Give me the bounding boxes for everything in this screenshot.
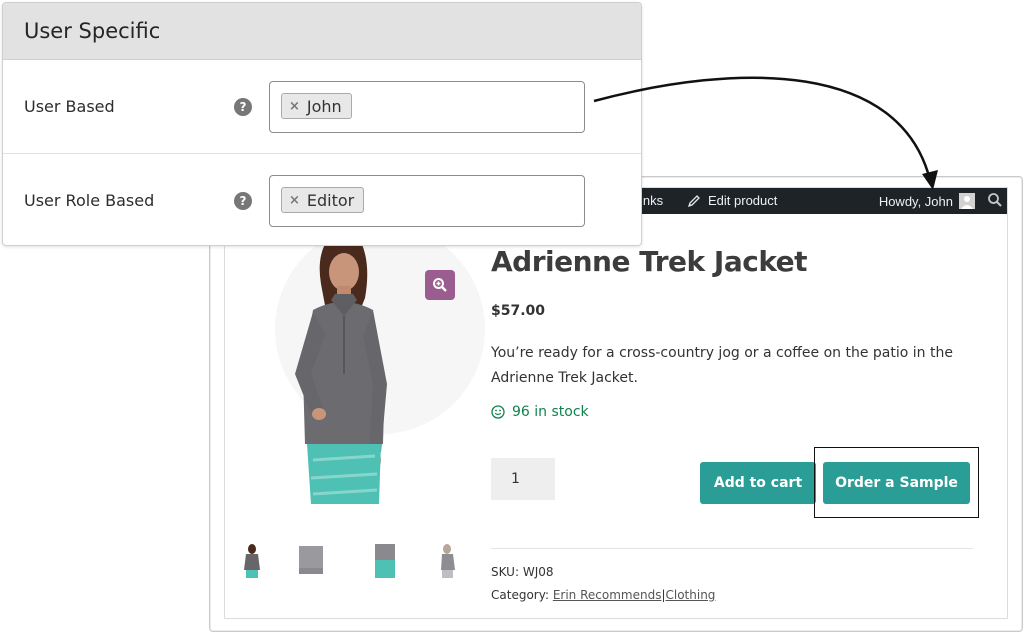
remove-tag-icon[interactable]: × <box>289 193 300 208</box>
product-image[interactable] <box>265 224 425 504</box>
admin-bar-links[interactable]: inks <box>640 193 663 208</box>
thumbnail-detail[interactable] <box>371 544 399 578</box>
avatar <box>959 193 975 209</box>
order-sample-button[interactable]: Order a Sample <box>823 462 970 504</box>
product-thumbnails <box>235 544 465 584</box>
thumbnail-back[interactable] <box>297 544 325 578</box>
meta-divider <box>491 548 973 549</box>
quantity-input[interactable] <box>491 458 555 500</box>
help-icon[interactable]: ? <box>234 98 252 116</box>
setting-row-user-based: User Based ? × John <box>3 60 641 154</box>
admin-search-button[interactable] <box>987 192 1003 211</box>
product-category: Category: Erin Recommends|Clothing <box>491 588 715 602</box>
user-select-field[interactable]: × John <box>269 81 585 133</box>
panel-title: User Specific <box>24 19 161 43</box>
tag-label: Editor <box>306 190 355 210</box>
setting-row-user-role-based: User Role Based ? × Editor <box>3 154 641 245</box>
remove-tag-icon[interactable]: × <box>289 99 300 114</box>
product-page: inks Edit product Howdy, John Adrienne T… <box>224 187 1008 619</box>
setting-label: User Role Based <box>24 191 155 210</box>
stock-label: 96 in stock <box>512 404 589 420</box>
product-price: $57.00 <box>491 303 546 319</box>
product-gallery <box>235 224 485 524</box>
tag-label: John <box>306 96 342 116</box>
product-title: Adrienne Trek Jacket <box>491 245 808 278</box>
sku-value: WJ08 <box>522 565 554 579</box>
zoom-in-icon <box>433 278 447 292</box>
sku-label: SKU: <box>491 565 519 579</box>
category-link-clothing[interactable]: Clothing <box>666 588 716 602</box>
category-label: Category: <box>491 588 549 602</box>
howdy-label: Howdy, John <box>878 193 953 209</box>
user-avatar-icon <box>959 193 975 209</box>
add-to-cart-button[interactable]: Add to cart <box>700 462 816 504</box>
pencil-icon <box>687 194 700 207</box>
product-description: You’re ready for a cross-country jog or … <box>491 345 953 386</box>
thumbnail-side[interactable] <box>433 544 461 578</box>
zoom-button[interactable] <box>425 270 455 300</box>
selected-tag-john: × John <box>281 93 352 119</box>
category-link-erin-recommends[interactable]: Erin Recommends <box>553 588 662 602</box>
edit-product-link[interactable]: Edit product <box>687 193 777 208</box>
thumbnail-front[interactable] <box>238 544 266 578</box>
stock-status: 96 in stock <box>491 404 589 420</box>
help-icon[interactable]: ? <box>234 192 252 210</box>
setting-label: User Based <box>24 97 115 116</box>
product-sku: SKU: WJ08 <box>491 565 554 579</box>
howdy-menu[interactable]: Howdy, John <box>879 193 975 209</box>
role-select-field[interactable]: × Editor <box>269 175 585 227</box>
edit-product-label: Edit product <box>708 193 778 208</box>
user-specific-panel: User Specific User Based ? × John User R… <box>2 2 642 246</box>
panel-header: User Specific <box>3 3 641 60</box>
smile-icon <box>491 405 505 419</box>
search-icon <box>988 193 1002 207</box>
selected-tag-editor: × Editor <box>281 187 365 213</box>
